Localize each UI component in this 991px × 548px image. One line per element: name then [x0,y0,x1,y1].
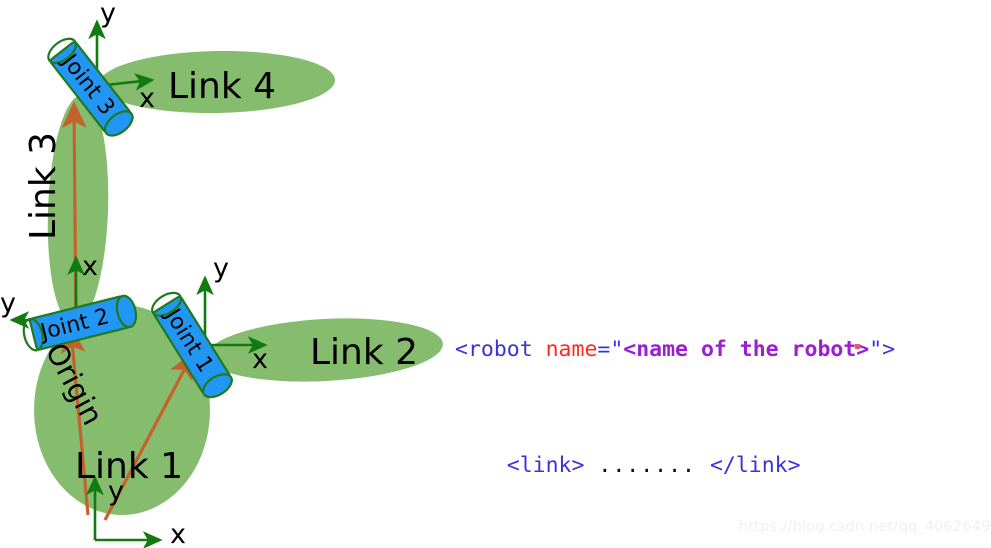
watermark: https://blog.csdn.net/qq_40626497 [739,519,991,535]
joint2-frame-y-label: y [0,288,16,319]
robot-name-attr: name [545,337,598,362]
robot-name-value: <name of the robot> [623,337,870,362]
link1-close-tag: </link> [709,453,801,478]
robot-open-tag-end: "> [869,337,896,362]
robot-name-eq: =" [597,337,624,362]
joint2-frame-x-label: x [82,251,98,282]
link3-label: Link 3 [23,132,64,240]
code-line-robot-open: <robot name="<name of the robot>"> [455,335,985,364]
code-line-link-1: <link> ....... </link> [455,451,985,480]
joint1-frame-x-label: x [252,344,268,375]
link1-indent [455,453,507,478]
joint1-frame-y-label: y [213,253,229,284]
joint3-frame-y-label: y [100,0,116,29]
link1-label: Link 1 [75,446,183,487]
link1-ellipsis: ....... [584,453,710,478]
urdf-code-block: <robot name="<name of the robot>"> <link… [455,248,985,548]
joint3-frame-x-label: x [139,83,155,114]
base-frame-x-label: x [170,519,186,548]
link1-open-tag: <link> [506,453,585,478]
link2-label: Link 2 [310,332,418,373]
robot-kinematic-diagram: y x y x x y y x Joint 1 Joint 2 Joint 3 … [0,0,443,548]
robot-open-tag: <robot [455,337,546,362]
stray-red-dot [855,344,860,349]
link4-label: Link 4 [168,66,276,107]
screenshot-root: y x y x x y y x Joint 1 Joint 2 Joint 3 … [0,0,991,548]
